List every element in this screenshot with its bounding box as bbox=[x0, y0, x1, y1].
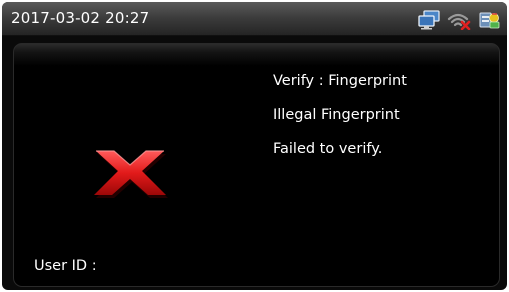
verification-result-panel: Verify : Fingerprint Illegal Fingerprint… bbox=[13, 43, 500, 287]
verification-status-text: Failed to verify. bbox=[273, 141, 383, 157]
failure-reason-text: Illegal Fingerprint bbox=[273, 107, 400, 123]
network-icon bbox=[418, 10, 440, 30]
status-bar: 2017-03-02 20:27 bbox=[2, 2, 507, 36]
verify-mode-text: Verify : Fingerprint bbox=[273, 73, 407, 89]
datetime: 2017-03-02 20:27 bbox=[11, 9, 150, 27]
user-id-label: User ID : bbox=[34, 258, 97, 274]
device-screen: 2017-03-02 20:27 Verify: Fingerprint Il… bbox=[2, 2, 507, 290]
wifi-disconnected-icon bbox=[447, 13, 471, 30]
server-icon bbox=[479, 12, 500, 29]
status-icons bbox=[417, 9, 501, 31]
fail-x-icon bbox=[94, 150, 168, 198]
